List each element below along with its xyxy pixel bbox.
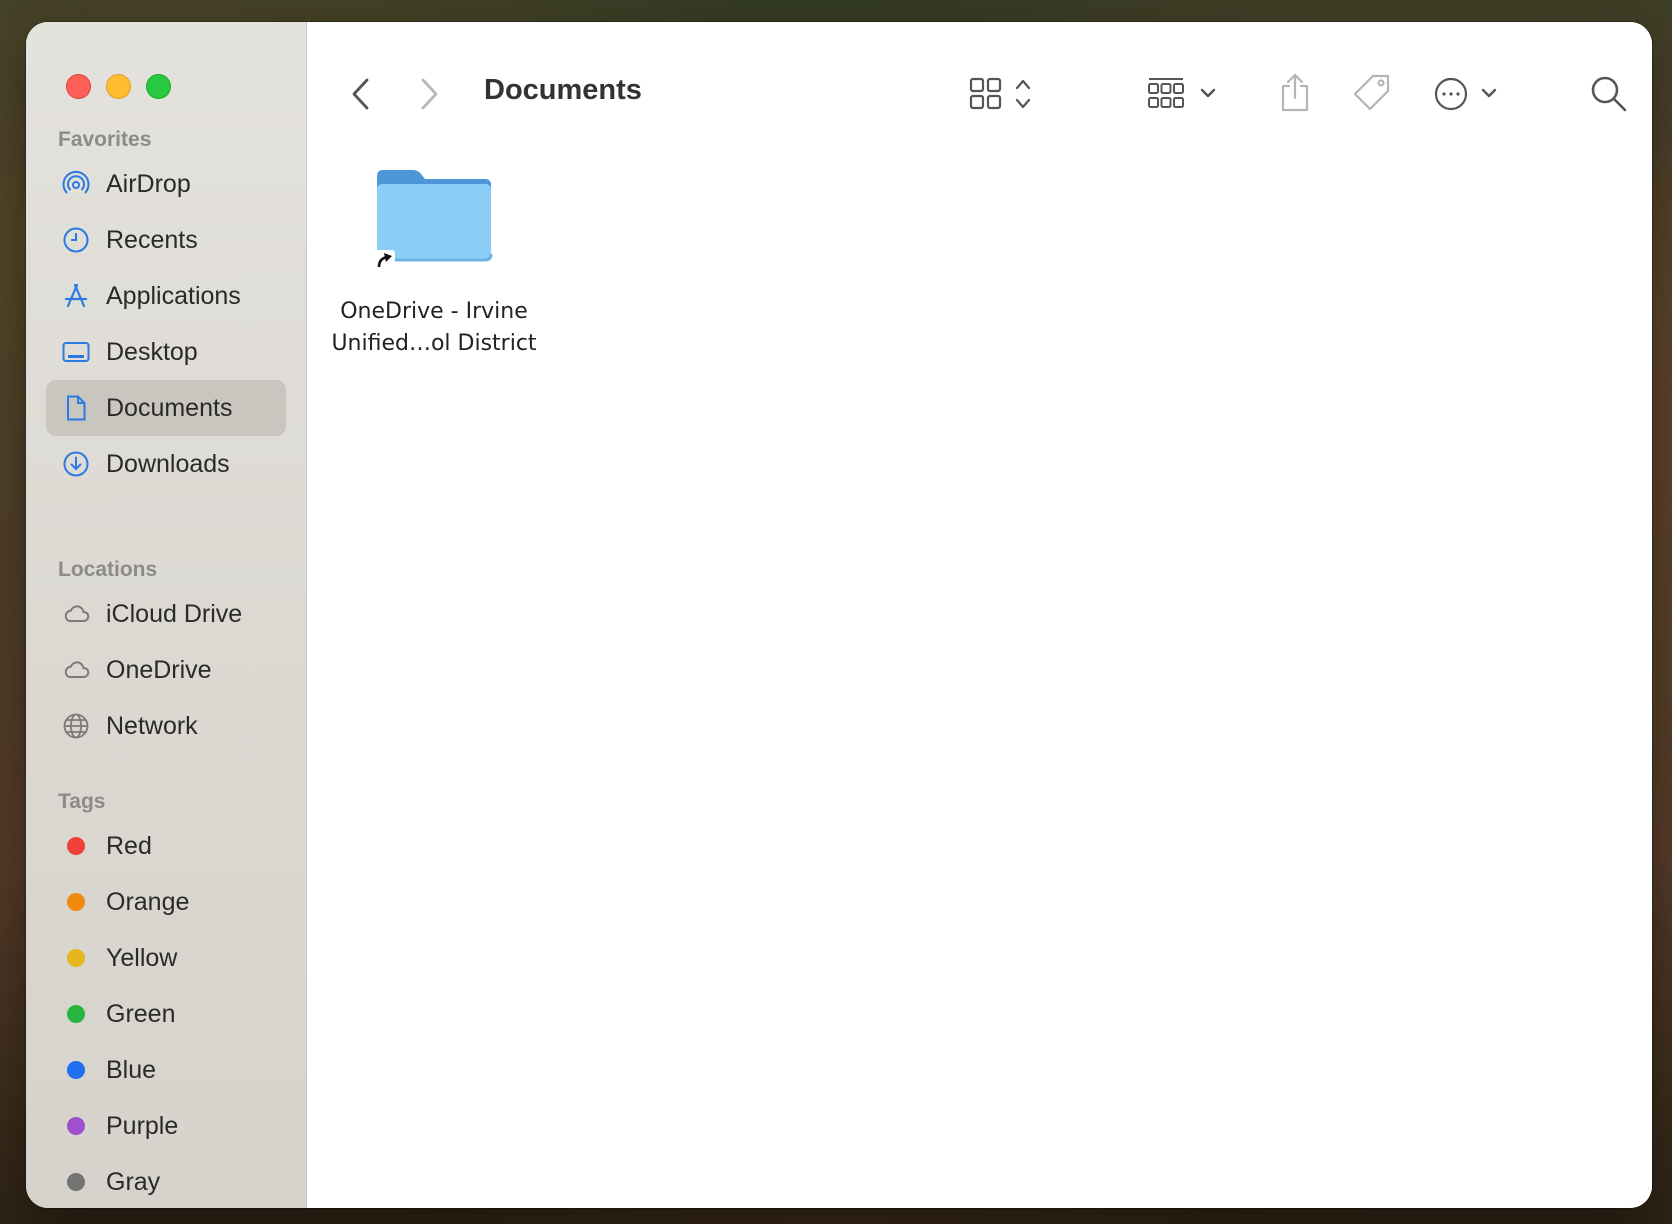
minimize-window-button[interactable] xyxy=(106,74,131,99)
file-name-line-1: OneDrive - Irvine xyxy=(340,299,528,324)
sidebar-tag-blue[interactable]: Blue xyxy=(46,1042,286,1098)
icon-grid-icon xyxy=(969,77,1031,110)
document-icon xyxy=(60,392,92,424)
sidebar-tag-red[interactable]: Red xyxy=(46,818,286,874)
content-area: Documents OneDrive - Irvine Unified…ol D… xyxy=(307,22,1652,1208)
tag-color-dot xyxy=(60,998,92,1030)
sidebar-item-downloads[interactable]: Downloads xyxy=(46,436,286,492)
tag-color-dot xyxy=(60,1054,92,1086)
sidebar-item-applications[interactable]: Applications xyxy=(46,268,286,324)
sidebar-item-label: Downloads xyxy=(106,449,230,478)
more-actions-button[interactable] xyxy=(1433,74,1503,114)
alias-arrow-icon xyxy=(375,250,395,270)
sidebar-item-airdrop[interactable]: AirDrop xyxy=(46,156,286,212)
window-controls xyxy=(66,74,171,99)
window-title: Documents xyxy=(484,74,642,106)
sidebar-item-label: iCloud Drive xyxy=(106,599,243,628)
view-mode-button[interactable] xyxy=(969,76,1041,112)
tags-section-title: Tags xyxy=(58,790,106,813)
sidebar-item-desktop[interactable]: Desktop xyxy=(46,324,286,380)
sidebar-tag-green[interactable]: Green xyxy=(46,986,286,1042)
sidebar: Favorites AirDrop Recents Applications D… xyxy=(26,22,307,1208)
chevron-right-icon xyxy=(421,78,438,110)
sidebar-item-label: Yellow xyxy=(106,943,178,972)
sidebar-item-network[interactable]: Network xyxy=(46,698,286,754)
sidebar-item-recents[interactable]: Recents xyxy=(46,212,286,268)
search-icon xyxy=(1591,76,1627,112)
sidebar-tag-yellow[interactable]: Yellow xyxy=(46,930,286,986)
close-window-button[interactable] xyxy=(66,74,91,99)
sidebar-item-label: Orange xyxy=(106,887,190,916)
chevron-left-icon xyxy=(352,78,369,110)
clock-icon xyxy=(60,224,92,256)
sidebar-item-label: Gray xyxy=(106,1167,161,1196)
tag-color-dot xyxy=(60,830,92,862)
back-button[interactable] xyxy=(347,74,375,114)
globe-icon xyxy=(60,710,92,742)
sidebar-tag-gray[interactable]: Gray xyxy=(46,1154,286,1208)
share-button[interactable] xyxy=(1277,72,1313,114)
tag-color-dot xyxy=(60,942,92,974)
sidebar-item-label: Green xyxy=(106,999,176,1028)
cloud-icon xyxy=(60,598,92,630)
applications-icon xyxy=(60,280,92,312)
favorites-section-title: Favorites xyxy=(58,128,152,151)
sidebar-item-label: Applications xyxy=(106,281,241,310)
tag-color-dot xyxy=(60,1166,92,1198)
sidebar-item-label: Blue xyxy=(106,1055,157,1084)
sidebar-item-label: Documents xyxy=(106,393,233,422)
locations-section-title: Locations xyxy=(58,558,158,581)
sidebar-item-label: Network xyxy=(106,711,198,740)
tag-color-dot xyxy=(60,1110,92,1142)
zoom-window-button[interactable] xyxy=(146,74,171,99)
finder-window: Favorites AirDrop Recents Applications D… xyxy=(26,22,1652,1208)
group-button[interactable] xyxy=(1147,76,1227,112)
tag-icon xyxy=(1353,74,1390,111)
sidebar-item-icloud-drive[interactable]: iCloud Drive xyxy=(46,586,286,642)
sidebar-tag-orange[interactable]: Orange xyxy=(46,874,286,930)
airdrop-icon xyxy=(60,168,92,200)
file-item-onedrive-alias[interactable]: OneDrive - Irvine Unified…ol District xyxy=(329,162,539,360)
file-name: OneDrive - Irvine Unified…ol District xyxy=(331,296,536,360)
search-button[interactable] xyxy=(1589,74,1629,114)
sidebar-item-label: Desktop xyxy=(106,337,198,366)
sidebar-tag-purple[interactable]: Purple xyxy=(46,1098,286,1154)
share-icon xyxy=(1281,73,1309,112)
group-grid-icon xyxy=(1148,78,1216,108)
folder-icon xyxy=(369,162,499,272)
forward-button[interactable] xyxy=(415,74,443,114)
sidebar-item-label: Recents xyxy=(106,225,198,254)
download-icon xyxy=(60,448,92,480)
cloud-icon xyxy=(60,654,92,686)
tag-button[interactable] xyxy=(1351,72,1393,114)
sidebar-item-label: AirDrop xyxy=(106,169,191,198)
tag-color-dot xyxy=(60,886,92,918)
sidebar-item-label: Red xyxy=(106,831,152,860)
ellipsis-circle-icon xyxy=(1434,77,1497,111)
sidebar-item-documents[interactable]: Documents xyxy=(46,380,286,436)
sidebar-item-label: OneDrive xyxy=(106,655,212,684)
desktop-icon xyxy=(60,336,92,368)
toolbar: Documents xyxy=(307,22,1652,122)
sidebar-item-onedrive[interactable]: OneDrive xyxy=(46,642,286,698)
sidebar-item-label: Purple xyxy=(106,1111,179,1140)
file-name-line-2: Unified…ol District xyxy=(331,331,537,356)
